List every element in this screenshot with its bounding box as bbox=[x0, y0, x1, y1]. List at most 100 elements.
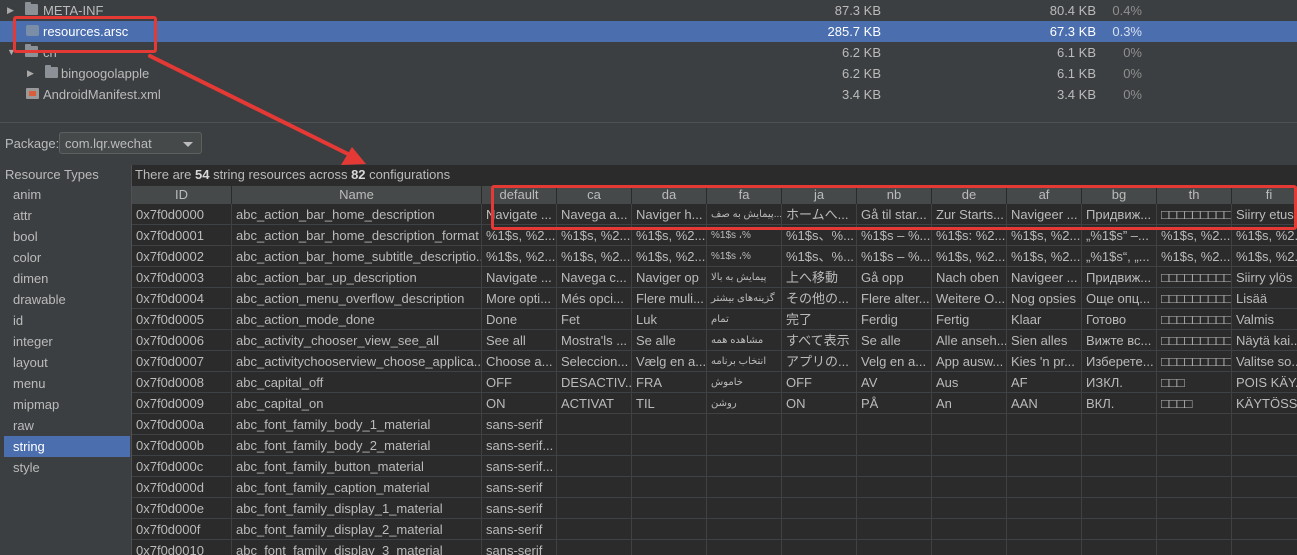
table-cell[interactable]: Klaar bbox=[1007, 309, 1082, 330]
table-cell[interactable] bbox=[1082, 414, 1157, 435]
table-cell[interactable]: Lisää bbox=[1232, 288, 1297, 309]
table-cell[interactable]: □□□□□□□□□□ bbox=[1157, 288, 1232, 309]
table-cell[interactable]: Aus bbox=[932, 372, 1007, 393]
table-cell[interactable]: Ferdig bbox=[857, 309, 932, 330]
table-cell[interactable]: KÄYTÖSSÄ bbox=[1232, 393, 1297, 414]
table-cell[interactable] bbox=[632, 414, 707, 435]
table-cell[interactable]: abc_font_family_body_1_material bbox=[232, 414, 482, 435]
table-cell[interactable] bbox=[857, 498, 932, 519]
table-cell[interactable] bbox=[782, 498, 857, 519]
table-cell[interactable] bbox=[1157, 435, 1232, 456]
table-cell[interactable]: □□□□□□□□□□ bbox=[1157, 267, 1232, 288]
table-cell[interactable]: An bbox=[932, 393, 1007, 414]
table-cell[interactable]: 上へ移動 bbox=[782, 267, 857, 288]
table-cell[interactable] bbox=[632, 477, 707, 498]
table-cell[interactable] bbox=[1082, 477, 1157, 498]
table-cell[interactable]: 0x7f0d000d bbox=[132, 477, 232, 498]
table-cell[interactable]: %1$s, %2... bbox=[1232, 246, 1297, 267]
table-cell[interactable]: %1$s, %2... bbox=[1157, 246, 1232, 267]
table-cell[interactable] bbox=[557, 540, 632, 555]
table-cell[interactable]: Nog opsies bbox=[1007, 288, 1082, 309]
table-cell[interactable] bbox=[1082, 456, 1157, 477]
table-cell[interactable]: abc_font_family_display_1_material bbox=[232, 498, 482, 519]
resource-type-id[interactable]: id bbox=[4, 310, 130, 331]
table-cell[interactable]: abc_action_bar_home_subtitle_descriptio.… bbox=[232, 246, 482, 267]
table-cell[interactable]: Naviger op bbox=[632, 267, 707, 288]
table-cell[interactable]: ИЗКЛ. bbox=[1082, 372, 1157, 393]
table-cell[interactable]: OFF bbox=[782, 372, 857, 393]
tree-row[interactable]: ▶ META-INF 87.3 KB 80.4 KB 0.4% bbox=[0, 0, 1297, 21]
table-cell[interactable]: Vælg en a... bbox=[632, 351, 707, 372]
table-cell[interactable]: %1$s, %2... bbox=[482, 246, 557, 267]
table-cell[interactable]: Valitse so... bbox=[1232, 351, 1297, 372]
table-cell[interactable]: Още опц... bbox=[1082, 288, 1157, 309]
table-cell[interactable]: 0x7f0d000e bbox=[132, 498, 232, 519]
table-cell[interactable] bbox=[1157, 477, 1232, 498]
resource-type-color[interactable]: color bbox=[4, 247, 130, 268]
table-cell[interactable]: %1$s, %2... bbox=[557, 246, 632, 267]
table-cell[interactable]: Nach oben bbox=[932, 267, 1007, 288]
table-cell[interactable]: 0x7f0d000f bbox=[132, 519, 232, 540]
table-cell[interactable]: Weitere O... bbox=[932, 288, 1007, 309]
table-cell[interactable]: 0x7f0d0001 bbox=[132, 225, 232, 246]
table-cell[interactable]: AAN bbox=[1007, 393, 1082, 414]
table-cell[interactable]: Flere alter... bbox=[857, 288, 932, 309]
table-cell[interactable]: Придвиж... bbox=[1082, 267, 1157, 288]
table-cell[interactable]: □□□□□□□□□□ bbox=[1157, 309, 1232, 330]
table-cell[interactable] bbox=[1157, 456, 1232, 477]
table-cell[interactable] bbox=[632, 456, 707, 477]
table-cell[interactable] bbox=[782, 519, 857, 540]
table-cell[interactable]: ON bbox=[782, 393, 857, 414]
table-cell[interactable]: FRA bbox=[632, 372, 707, 393]
table-cell[interactable]: abc_action_bar_up_description bbox=[232, 267, 482, 288]
table-cell[interactable]: □□□□□□□□□□ bbox=[1157, 330, 1232, 351]
table-cell[interactable]: abc_activitychooserview_choose_applica..… bbox=[232, 351, 482, 372]
resource-type-drawable[interactable]: drawable bbox=[4, 289, 130, 310]
table-cell[interactable]: 0x7f0d0009 bbox=[132, 393, 232, 414]
table-cell[interactable]: Luk bbox=[632, 309, 707, 330]
resource-type-mipmap[interactable]: mipmap bbox=[4, 394, 130, 415]
table-cell[interactable]: Valmis bbox=[1232, 309, 1297, 330]
table-cell[interactable] bbox=[707, 414, 782, 435]
column-header[interactable]: ID bbox=[132, 186, 232, 204]
table-cell[interactable]: %1$s, %2... bbox=[632, 246, 707, 267]
table-cell[interactable]: POIS KÄY... bbox=[1232, 372, 1297, 393]
table-cell[interactable]: sans-serif bbox=[482, 477, 557, 498]
table-cell[interactable] bbox=[1007, 519, 1082, 540]
table-cell[interactable]: abc_font_family_display_3_material bbox=[232, 540, 482, 555]
table-cell[interactable]: Fertig bbox=[932, 309, 1007, 330]
table-cell[interactable]: sans-serif bbox=[482, 519, 557, 540]
table-cell[interactable] bbox=[857, 435, 932, 456]
table-cell[interactable]: abc_capital_on bbox=[232, 393, 482, 414]
table-cell[interactable]: Velg en a... bbox=[857, 351, 932, 372]
table-cell[interactable]: AV bbox=[857, 372, 932, 393]
resource-type-dimen[interactable]: dimen bbox=[4, 268, 130, 289]
table-cell[interactable]: Més opci... bbox=[557, 288, 632, 309]
table-cell[interactable] bbox=[1232, 519, 1297, 540]
table-cell[interactable]: Seleccion... bbox=[557, 351, 632, 372]
table-cell[interactable]: %1$s – %... bbox=[857, 246, 932, 267]
tree-row[interactable]: ▼ cn 6.2 KB 6.1 KB 0% bbox=[0, 42, 1297, 63]
table-cell[interactable]: گزینه‌های بیشتر bbox=[707, 288, 782, 309]
table-cell[interactable] bbox=[932, 435, 1007, 456]
table-cell[interactable]: Sien alles bbox=[1007, 330, 1082, 351]
table-cell[interactable]: مشاهده همه bbox=[707, 330, 782, 351]
table-cell[interactable] bbox=[707, 477, 782, 498]
table-cell[interactable]: ACTIVAT bbox=[557, 393, 632, 414]
table-cell[interactable] bbox=[782, 414, 857, 435]
table-cell[interactable]: ON bbox=[482, 393, 557, 414]
table-cell[interactable] bbox=[1232, 498, 1297, 519]
table-cell[interactable] bbox=[1157, 414, 1232, 435]
table-cell[interactable]: %1$s、%... bbox=[782, 246, 857, 267]
tree-row[interactable]: resources.arsc 285.7 KB 67.3 KB 0.3% bbox=[0, 21, 1297, 42]
table-cell[interactable]: abc_action_bar_home_description bbox=[232, 204, 482, 225]
table-cell[interactable]: すべて表示 bbox=[782, 330, 857, 351]
table-cell[interactable] bbox=[1157, 519, 1232, 540]
table-cell[interactable] bbox=[1232, 414, 1297, 435]
table-cell[interactable]: Kies 'n pr... bbox=[1007, 351, 1082, 372]
table-cell[interactable]: See all bbox=[482, 330, 557, 351]
table-cell[interactable]: روشن bbox=[707, 393, 782, 414]
column-header[interactable]: Name bbox=[232, 186, 482, 204]
table-cell[interactable] bbox=[932, 519, 1007, 540]
table-cell[interactable]: Se alle bbox=[632, 330, 707, 351]
